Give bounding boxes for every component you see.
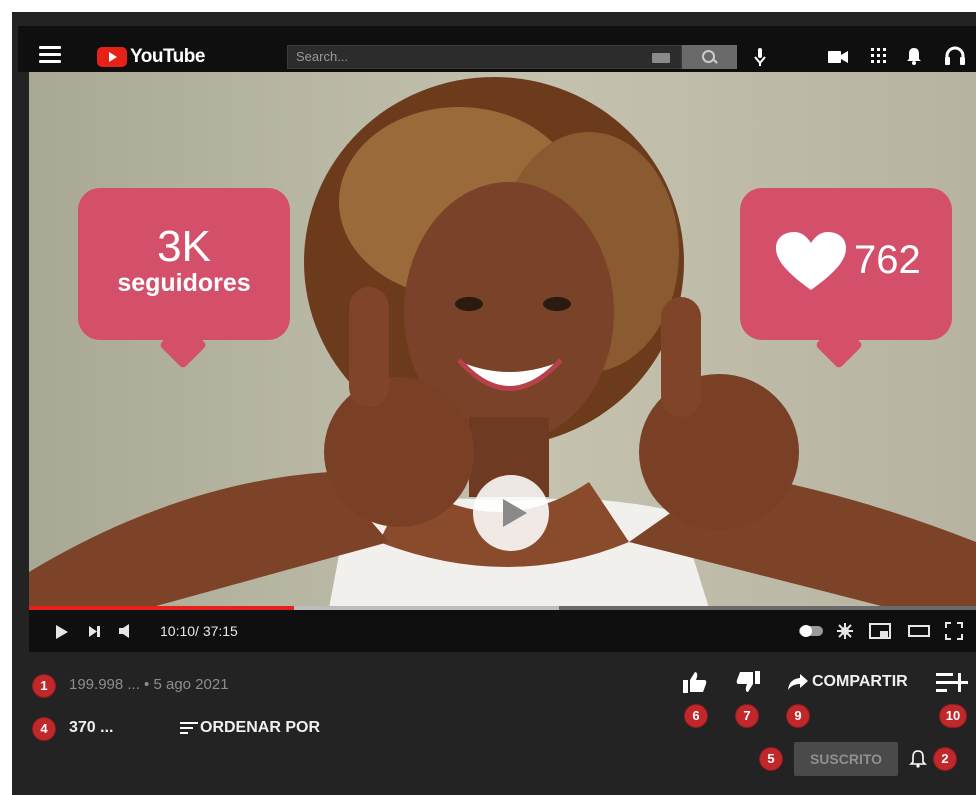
time-display: 10:10/ 37:15 <box>160 623 238 639</box>
autoplay-toggle-icon[interactable] <box>799 625 823 637</box>
likes-bubble: 762 <box>740 188 952 370</box>
dislike-thumbs-down-icon[interactable] <box>736 671 760 693</box>
next-icon[interactable] <box>89 626 100 637</box>
sort-icon <box>180 722 198 734</box>
account-headset-icon[interactable] <box>944 45 966 67</box>
badge-10: 10 <box>940 705 966 727</box>
video-player[interactable]: 3K seguidores 762 <box>29 72 976 608</box>
badge-2: 2 <box>934 748 956 770</box>
menu-icon[interactable] <box>39 46 61 64</box>
search-input[interactable]: Search... <box>287 45 682 69</box>
share-button[interactable]: COMPARTIR <box>787 673 908 691</box>
badge-5: 5 <box>760 748 782 770</box>
heart-icon <box>776 232 846 290</box>
play-icon[interactable] <box>56 625 68 639</box>
likes-overlay-count: 762 <box>854 238 921 282</box>
big-play-button[interactable] <box>473 475 549 551</box>
fullscreen-icon[interactable] <box>945 622 963 640</box>
badge-4: 4 <box>33 718 55 740</box>
search-button[interactable] <box>682 45 737 69</box>
save-to-playlist-icon[interactable] <box>936 672 968 694</box>
player-controls: 10:10/ 37:15 <box>29 610 976 652</box>
apps-grid-icon[interactable] <box>871 48 887 64</box>
miniplayer-icon[interactable] <box>869 623 891 639</box>
share-arrow-icon <box>788 674 808 690</box>
youtube-play-icon <box>97 47 127 67</box>
comments-count: 370 ... <box>69 719 114 736</box>
sort-label: ORDENAR POR <box>200 719 321 736</box>
badge-9: 9 <box>787 705 809 727</box>
like-thumbs-up-icon[interactable] <box>683 671 707 693</box>
followers-label: seguidores <box>117 269 251 297</box>
badge-1: 1 <box>33 675 55 697</box>
sort-by-button[interactable]: ORDENAR POR <box>180 719 320 737</box>
settings-gear-icon[interactable] <box>837 623 853 639</box>
views-and-date: 199.998 ... • 5 ago 2021 <box>69 676 229 693</box>
followers-number: 3K <box>157 222 211 271</box>
keyboard-icon[interactable] <box>652 53 670 63</box>
volume-icon[interactable] <box>119 624 133 638</box>
logo-text: YouTube <box>130 46 205 67</box>
badge-6: 6 <box>685 705 707 727</box>
microphone-icon[interactable] <box>754 48 766 66</box>
youtube-logo[interactable]: YouTube <box>97 46 205 68</box>
create-video-icon[interactable] <box>828 51 848 63</box>
share-label: COMPARTIR <box>812 673 908 690</box>
notifications-bell-icon[interactable] <box>905 47 923 65</box>
badge-7: 7 <box>736 705 758 727</box>
channel-notification-bell-icon[interactable] <box>909 750 927 768</box>
theater-mode-icon[interactable] <box>908 625 930 637</box>
followers-bubble: 3K seguidores <box>78 188 290 370</box>
subscribed-button[interactable]: SUSCRITO <box>794 742 898 776</box>
